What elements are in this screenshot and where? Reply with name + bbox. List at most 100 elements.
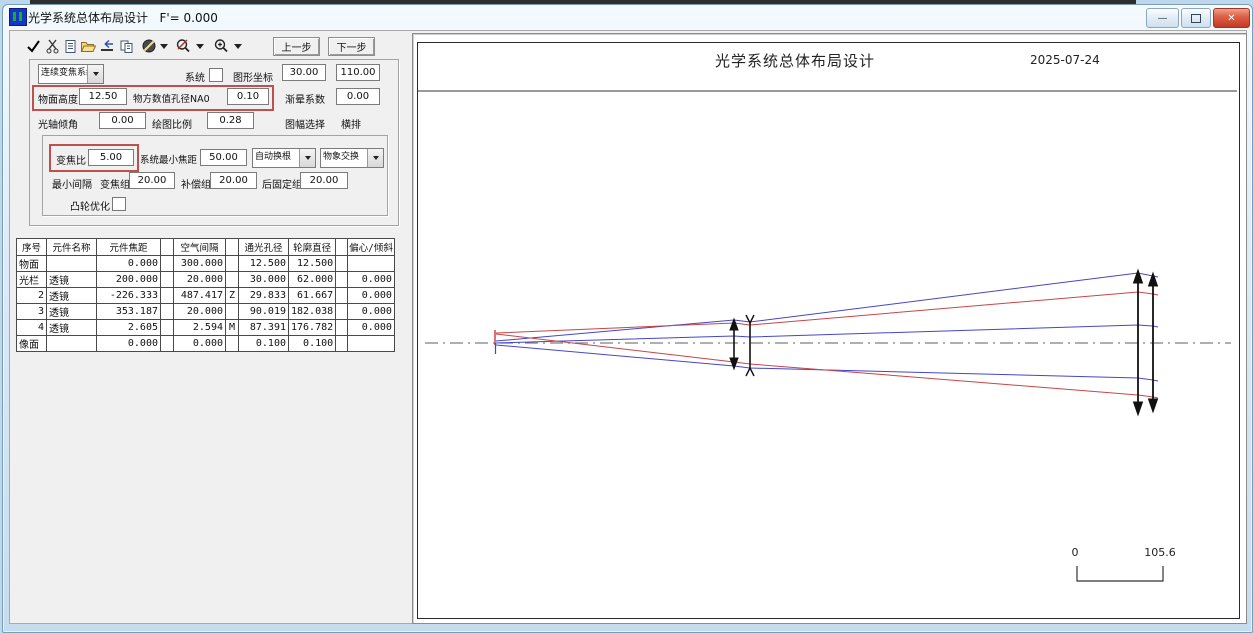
table-cell[interactable]: 透镜 xyxy=(47,320,97,336)
fixed-group-field[interactable] xyxy=(300,172,348,189)
axis-tilt-label: 光轴倾角 xyxy=(38,116,78,131)
draw-ratio-field[interactable] xyxy=(207,112,254,129)
table-cell[interactable]: 61.667 xyxy=(289,288,336,304)
table-cell[interactable]: 0.100 xyxy=(239,336,289,352)
table-cell[interactable] xyxy=(226,272,239,288)
table-cell[interactable]: 0.000 xyxy=(348,320,395,336)
table-cell[interactable]: 353.187 xyxy=(97,304,161,320)
table-cell[interactable]: 2 xyxy=(17,288,47,304)
table-cell[interactable]: 200.000 xyxy=(97,272,161,288)
table-cell[interactable]: 176.782 xyxy=(289,320,336,336)
table-cell[interactable]: 0.000 xyxy=(348,304,395,320)
table-cell[interactable]: 像面 xyxy=(17,336,47,352)
cam-opt-checkbox[interactable] xyxy=(112,197,126,211)
root-mode-combobox[interactable]: 自动换根 xyxy=(252,148,316,168)
minimize-button[interactable]: — xyxy=(1146,8,1179,28)
table-cell[interactable] xyxy=(226,336,239,352)
min-focal-field[interactable] xyxy=(200,149,247,166)
column-header xyxy=(161,239,174,256)
table-cell[interactable]: -226.333 xyxy=(97,288,161,304)
zoom-in-dropdown-icon[interactable] xyxy=(234,44,242,49)
table-cell[interactable]: Z xyxy=(226,288,239,304)
table-cell[interactable] xyxy=(161,272,174,288)
table-cell[interactable]: 20.000 xyxy=(174,304,226,320)
table-cell[interactable]: 透镜 xyxy=(47,304,97,320)
table-cell[interactable]: 20.000 xyxy=(174,272,226,288)
table-cell[interactable]: 透镜 xyxy=(47,272,97,288)
restore-button[interactable] xyxy=(1181,8,1211,28)
vignetting-field[interactable] xyxy=(336,88,380,105)
table-cell[interactable] xyxy=(161,304,174,320)
table-cell[interactable] xyxy=(336,272,348,288)
table-cell[interactable]: 0.000 xyxy=(348,288,395,304)
table-cell[interactable]: 87.391 xyxy=(239,320,289,336)
document-icon[interactable] xyxy=(62,38,79,54)
table-cell[interactable] xyxy=(336,288,348,304)
table-cell[interactable] xyxy=(161,288,174,304)
na-field[interactable] xyxy=(227,88,269,105)
table-cell[interactable]: 3 xyxy=(17,304,47,320)
table-cell[interactable]: 30.000 xyxy=(239,272,289,288)
table-cell[interactable]: 90.019 xyxy=(239,304,289,320)
table-cell[interactable]: 0.000 xyxy=(97,336,161,352)
zoom-ratio-field[interactable] xyxy=(88,149,134,166)
table-cell[interactable] xyxy=(336,336,348,352)
table-cell[interactable] xyxy=(226,304,239,320)
table-cell[interactable] xyxy=(336,256,348,272)
chevron-down-icon[interactable] xyxy=(367,149,383,167)
zoom-in-icon[interactable] xyxy=(212,38,229,54)
table-cell[interactable]: 0.000 xyxy=(97,256,161,272)
table-cell[interactable] xyxy=(348,336,395,352)
table-cell[interactable]: 62.000 xyxy=(289,272,336,288)
no-draw-dropdown-icon[interactable] xyxy=(160,44,168,49)
table-cell[interactable]: 12.500 xyxy=(239,256,289,272)
zoom-group-field[interactable] xyxy=(129,172,175,189)
table-cell[interactable]: 487.417 xyxy=(174,288,226,304)
system-type-combobox[interactable]: 连续变焦系统 xyxy=(38,64,104,84)
cut-icon[interactable] xyxy=(44,38,61,54)
copy-icon[interactable] xyxy=(118,38,135,54)
insert-icon[interactable] xyxy=(98,38,115,54)
table-cell[interactable] xyxy=(226,256,239,272)
prev-step-button[interactable]: 上一步 xyxy=(273,37,320,56)
table-cell[interactable] xyxy=(161,256,174,272)
table-cell[interactable] xyxy=(161,336,174,352)
table-cell[interactable]: 0.100 xyxy=(289,336,336,352)
object-height-field[interactable] xyxy=(79,88,127,105)
table-cell[interactable]: 2.605 xyxy=(97,320,161,336)
zoom-off-dropdown-icon[interactable] xyxy=(196,44,204,49)
table-cell[interactable] xyxy=(47,336,97,352)
table-cell[interactable]: 29.833 xyxy=(239,288,289,304)
table-cell[interactable]: M xyxy=(226,320,239,336)
zoom-off-icon[interactable] xyxy=(174,38,191,54)
table-cell[interactable]: 0.000 xyxy=(348,272,395,288)
open-folder-icon[interactable] xyxy=(80,38,97,54)
chevron-down-icon[interactable] xyxy=(299,149,315,167)
chevron-down-icon[interactable] xyxy=(87,65,103,83)
graph-y-field[interactable] xyxy=(336,64,380,81)
no-draw-icon[interactable] xyxy=(140,38,157,54)
table-cell[interactable]: 2.594 xyxy=(174,320,226,336)
table-cell[interactable] xyxy=(336,304,348,320)
table-cell[interactable]: 300.000 xyxy=(174,256,226,272)
close-button[interactable]: ✕ xyxy=(1213,8,1250,28)
confirm-icon[interactable] xyxy=(25,38,42,54)
table-cell[interactable]: 4 xyxy=(17,320,47,336)
table-cell[interactable]: 光栏 xyxy=(17,272,47,288)
swap-mode-combobox[interactable]: 物象交换 xyxy=(320,148,384,168)
table-cell[interactable]: 12.500 xyxy=(289,256,336,272)
table-cell[interactable] xyxy=(336,320,348,336)
table-cell[interactable]: 182.038 xyxy=(289,304,336,320)
table-cell[interactable] xyxy=(47,256,97,272)
table-cell[interactable]: 透镜 xyxy=(47,288,97,304)
graph-x-field[interactable] xyxy=(282,64,326,81)
table-cell[interactable] xyxy=(161,320,174,336)
comp-group-field[interactable] xyxy=(210,172,257,189)
table-cell[interactable]: 0.000 xyxy=(174,336,226,352)
system-checkbox[interactable] xyxy=(209,68,223,82)
table-cell[interactable]: 物面 xyxy=(17,256,47,272)
table-cell[interactable] xyxy=(348,256,395,272)
frame-mode-value[interactable]: 横排 xyxy=(341,116,361,131)
axis-tilt-field[interactable] xyxy=(99,112,146,129)
next-step-button[interactable]: 下一步 xyxy=(328,37,375,56)
